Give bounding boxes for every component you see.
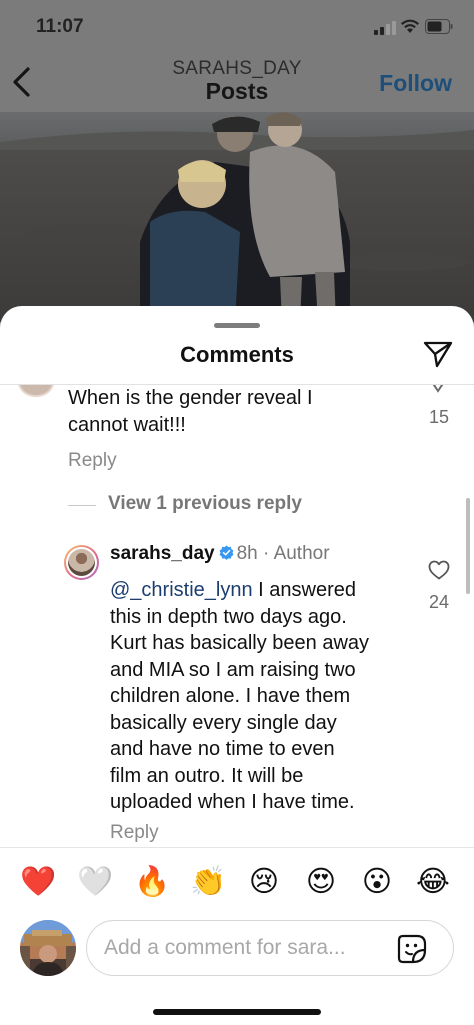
fire-emoji-icon[interactable]: 🔥 xyxy=(134,863,170,899)
view-previous-reply-button[interactable]: View 1 previous reply xyxy=(108,493,302,515)
reply-text-line: children alone. I have them xyxy=(110,685,351,707)
crying-emoji-icon[interactable]: 😢 xyxy=(246,863,282,899)
reply-time: 8h xyxy=(236,543,258,564)
comments-sheet: Comments When is the gender reveal I can… xyxy=(0,306,474,1025)
comment-input-placeholder: Add a comment for sara... xyxy=(104,936,346,959)
reply-text-line: @_christie_lynn I answered xyxy=(110,579,356,601)
view-replies-line xyxy=(68,505,96,506)
reply-text-line: basically every single day xyxy=(110,711,337,734)
laughing-emoji-icon[interactable]: 😂 xyxy=(415,863,451,899)
follow-button[interactable]: Follow xyxy=(379,70,452,97)
reply-text-line: uploaded when I have time. xyxy=(110,791,355,813)
sheet-title: Comments xyxy=(180,342,294,367)
scrollbar[interactable] xyxy=(466,498,470,594)
reply-text-line: Kurt has basically been away xyxy=(110,632,370,654)
like-count: 15 xyxy=(428,407,450,427)
wifi-icon xyxy=(401,19,419,33)
heart-icon[interactable] xyxy=(428,385,448,393)
home-indicator[interactable] xyxy=(153,1009,321,1015)
reply-text-line: and have no time to even xyxy=(110,738,335,760)
reply-username[interactable]: sarahs_day xyxy=(110,543,215,564)
red-heart-emoji-icon[interactable]: ❤️ xyxy=(20,863,56,899)
share-send-icon[interactable] xyxy=(423,340,453,368)
white-heart-emoji-icon[interactable]: 🤍 xyxy=(77,863,113,899)
post-photo xyxy=(0,112,474,322)
like-count: 24 xyxy=(428,592,450,612)
verified-badge-icon xyxy=(219,545,234,560)
reactions-divider xyxy=(0,847,474,848)
comment-text-line: When is the gender reveal I xyxy=(68,387,313,409)
author-avatar[interactable] xyxy=(64,545,99,580)
surprised-emoji-icon[interactable]: 😮 xyxy=(359,863,395,899)
reply-meta: sarahs_day 8h · Author xyxy=(110,543,330,565)
comment-text-line: cannot wait!!! xyxy=(68,413,186,436)
battery-icon xyxy=(425,19,453,34)
reply-text-line: this in depth two days ago. xyxy=(110,605,347,628)
sheet-grabber[interactable] xyxy=(214,323,260,328)
reply-text-line: and MIA so I am raising two xyxy=(110,658,356,681)
quick-reactions-bar: ❤️ 🤍 🔥 👏 😢 😍 😮 😂 xyxy=(0,859,474,905)
status-bar: 11:07 xyxy=(0,0,474,56)
clapping-emoji-icon[interactable]: 👏 xyxy=(190,863,226,899)
current-user-avatar xyxy=(20,920,76,976)
heart-eyes-emoji-icon[interactable]: 😍 xyxy=(303,863,339,899)
top-navigation: SARAHS_DAY Posts Follow xyxy=(0,56,474,112)
reply-button[interactable]: Reply xyxy=(68,450,117,472)
mention-link[interactable]: @_christie_lynn xyxy=(110,579,253,601)
commenter-avatar[interactable] xyxy=(18,385,54,397)
author-label: Author xyxy=(273,543,330,564)
comments-list[interactable]: When is the gender reveal I cannot wait!… xyxy=(0,385,474,847)
meta-separator: · xyxy=(263,543,270,564)
reply-text-line: film an outro. It will be xyxy=(110,764,304,787)
cellular-signal-icon xyxy=(374,21,396,35)
reply-button[interactable]: Reply xyxy=(110,822,159,844)
status-time: 11:07 xyxy=(36,16,84,37)
sticker-icon[interactable] xyxy=(397,934,427,964)
comment-input[interactable]: Add a comment for sara... xyxy=(86,920,454,976)
heart-icon[interactable] xyxy=(428,560,450,580)
